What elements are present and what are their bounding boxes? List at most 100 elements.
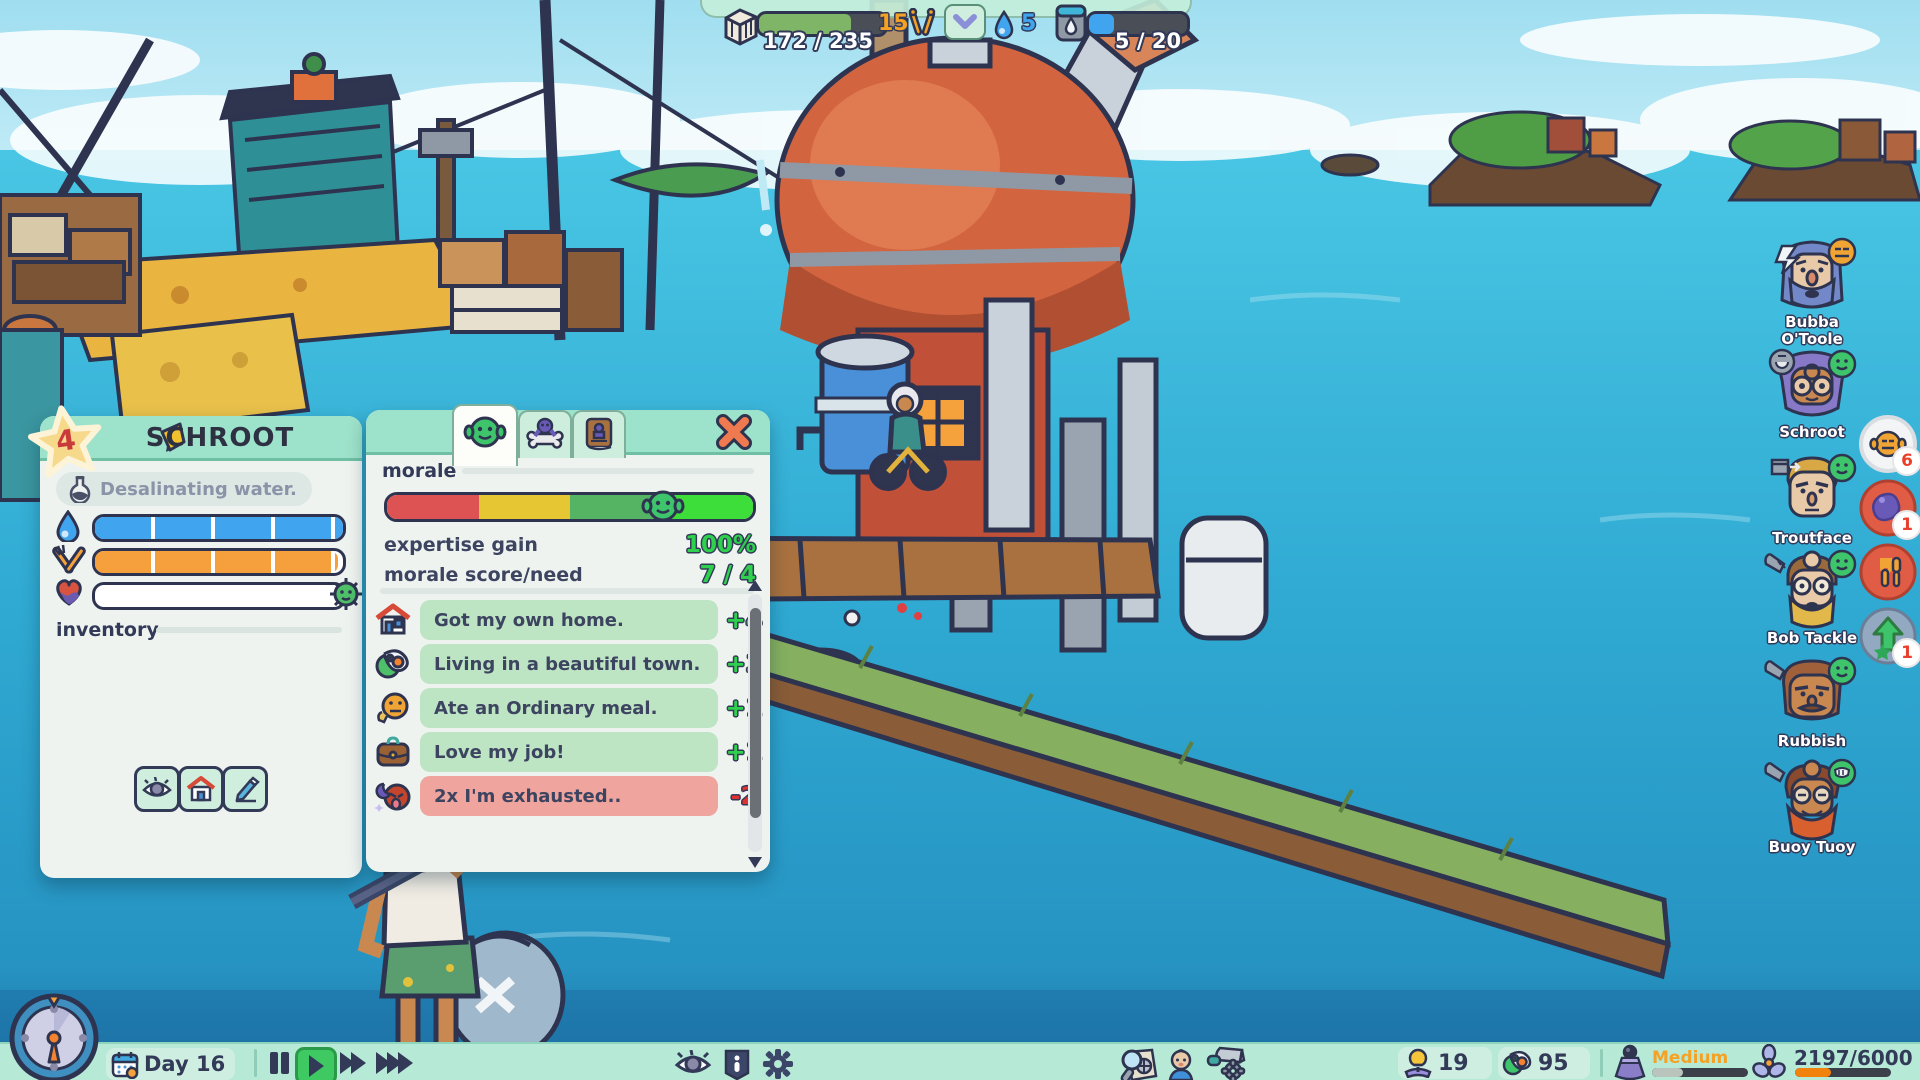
drift-indicator	[1612, 1044, 1648, 1080]
alert-badge: 1	[1892, 638, 1920, 668]
day-counter[interactable]: Day 16	[106, 1048, 235, 1080]
close-button[interactable]	[714, 412, 754, 452]
tab-log[interactable]	[572, 410, 626, 458]
home-icon	[186, 775, 216, 803]
seagull-count: 95	[1538, 1051, 1569, 1076]
villagers-button[interactable]	[1164, 1048, 1198, 1080]
scroll-up-icon[interactable]	[748, 580, 762, 591]
go-home-button[interactable]	[178, 766, 224, 812]
scroll-down-icon[interactable]	[748, 857, 762, 868]
follow-camera-button[interactable]	[134, 766, 180, 812]
crew-member-troutface[interactable]: Troutface	[1762, 452, 1862, 547]
log-book-icon	[582, 416, 616, 452]
alert-mood-neutral[interactable]: 6	[1858, 414, 1918, 474]
morale-panel: morale expertise gain 100% morale score/…	[366, 410, 770, 872]
crew-member-name: Schroot	[1762, 424, 1862, 441]
play-icon	[309, 1055, 324, 1077]
modifier-text: Got my own home.	[420, 600, 718, 640]
research-counter: 19	[1398, 1047, 1492, 1079]
expertise-label: expertise gain	[384, 534, 538, 556]
morale-score-row: morale score/need 7 / 4	[384, 562, 756, 588]
morale-marker-face-icon	[640, 486, 686, 526]
crew-member-buoy[interactable]: Buoy Tuoy	[1762, 757, 1862, 856]
modifier-text: Living in a beautiful town.	[420, 644, 718, 684]
play-button[interactable]	[295, 1047, 337, 1080]
chevron-down-icon	[952, 14, 978, 30]
alert-hunger[interactable]	[1858, 542, 1918, 602]
drift-bar	[1652, 1068, 1748, 1077]
crew-member-bubba[interactable]: Bubba O'Toole	[1762, 236, 1862, 348]
pause-icon	[270, 1052, 278, 1074]
inventory-divider	[156, 627, 342, 633]
food-ready-count: 15	[878, 11, 909, 36]
crew-member-name: Buoy Tuoy	[1762, 839, 1862, 856]
food-storage-label: 172 / 235	[748, 29, 888, 53]
home-icon	[374, 602, 412, 638]
morale-modifier-row: Ate an Ordinary meal. +1	[374, 688, 770, 728]
exhausted-icon	[374, 778, 412, 814]
crew-member-rubbish[interactable]: Rubbish	[1762, 655, 1862, 750]
fastest-forward-button[interactable]	[376, 1052, 413, 1074]
divider	[1600, 1049, 1603, 1077]
hydration-bar	[92, 514, 346, 542]
morale-meter	[384, 492, 756, 522]
morale-modifier-row: Living in a beautiful town. +3	[374, 644, 770, 684]
flask-icon	[68, 475, 92, 503]
alert-morale-blob[interactable]: 1	[1858, 478, 1918, 538]
inventory-label: inventory	[56, 619, 159, 641]
hydration-icon	[54, 510, 82, 542]
morale-modifier-row: 2x I'm exhausted.. -2	[374, 776, 770, 816]
water-drops-count: 5	[1021, 11, 1036, 36]
modifier-value: +4	[718, 606, 770, 634]
crew-member-name: Bob Tackle	[1762, 630, 1862, 647]
water-barrel-icon	[1052, 2, 1090, 44]
modifier-value: +1	[718, 694, 770, 722]
modifier-value: -2	[718, 782, 770, 810]
cutlery-icon	[906, 8, 938, 38]
morale-divider	[462, 468, 754, 474]
morale-score-label: morale score/need	[384, 564, 583, 586]
morale-modifier-row: Love my job! +1	[374, 732, 770, 772]
fuel-label: 2197/6000	[1794, 1046, 1913, 1070]
info-button[interactable]	[722, 1048, 752, 1080]
fuel-bar	[1795, 1068, 1891, 1077]
rename-button[interactable]	[222, 766, 268, 812]
magnifier-map-icon	[1118, 1048, 1158, 1080]
alert-level-up[interactable]: 1	[1858, 606, 1918, 666]
production-button[interactable]	[1206, 1046, 1248, 1080]
day-clock[interactable]	[8, 992, 100, 1080]
food-bar	[92, 548, 346, 576]
morale-scrollbar[interactable]	[748, 594, 762, 852]
crew-member-bob[interactable]: Bob Tackle	[1762, 548, 1862, 647]
settings-button[interactable]	[762, 1048, 794, 1080]
seagull-icon	[1502, 1049, 1534, 1077]
briefcase-icon	[374, 734, 412, 770]
person-icon	[1164, 1048, 1198, 1080]
tab-skills[interactable]	[518, 410, 572, 458]
crew-member-name: Troutface	[1762, 530, 1862, 547]
visibility-button[interactable]	[674, 1050, 712, 1078]
morale-modifier-row: Got my own home. +4	[374, 600, 770, 640]
scrollbar-thumb[interactable]	[750, 608, 761, 818]
buoy-icon	[1612, 1044, 1648, 1080]
seagull-counter: 95	[1498, 1047, 1590, 1079]
pause-button[interactable]	[270, 1052, 289, 1074]
close-icon	[714, 412, 754, 452]
research-map-button[interactable]	[1118, 1048, 1158, 1080]
expertise-row: expertise gain 100%	[384, 532, 756, 558]
eye-icon	[674, 1050, 712, 1078]
top-hud-collapse-button[interactable]	[944, 4, 986, 40]
crew-member-schroot[interactable]: Schroot	[1762, 346, 1862, 441]
meal-face-icon	[374, 690, 412, 726]
modifier-value: +1	[718, 738, 770, 766]
tab-morale[interactable]	[452, 404, 518, 466]
morale-face-icon	[463, 410, 507, 454]
research-count: 19	[1438, 1051, 1469, 1076]
bottom-bar: Day 16	[0, 1042, 1920, 1080]
seagull-icon	[374, 646, 412, 682]
fast-forward-button[interactable]	[340, 1052, 366, 1074]
modifier-value: +3	[718, 650, 770, 678]
alert-badge: 1	[1892, 510, 1920, 540]
calendar-icon	[110, 1049, 140, 1079]
sickness-germ-icon	[326, 574, 366, 614]
